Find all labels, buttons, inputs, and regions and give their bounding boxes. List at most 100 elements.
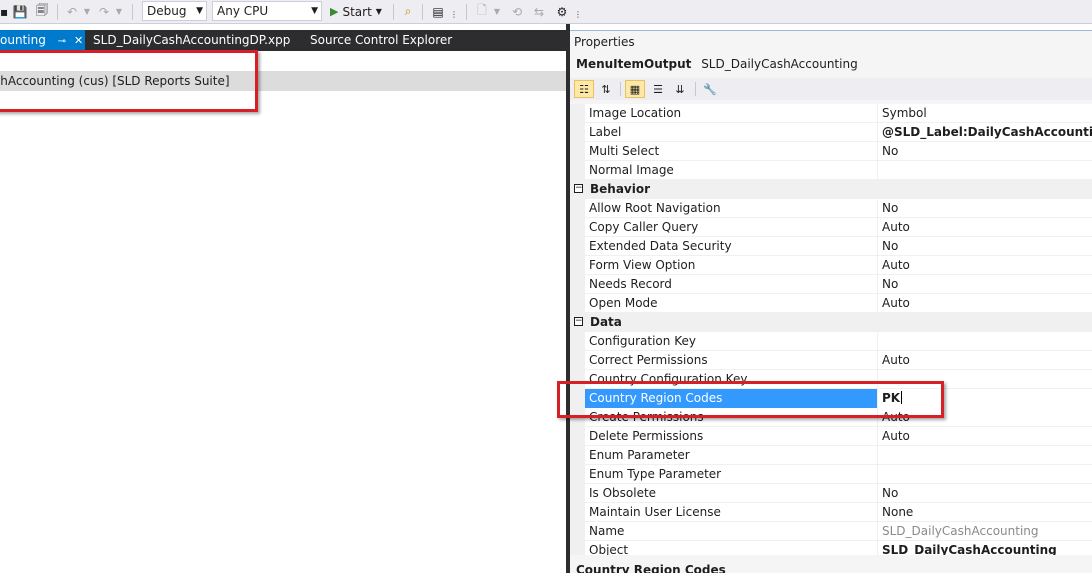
document-tab-strip: ounting ⊸ ✕ SLD_DailyCashAccountingDP.xp… — [0, 30, 566, 51]
property-row[interactable]: Maintain User License None — [570, 503, 1092, 522]
properties-icon[interactable]: ▦ — [625, 80, 645, 98]
property-category-behavior[interactable]: − Behavior — [570, 180, 1092, 199]
row-gutter — [570, 218, 585, 237]
solution-platform-select[interactable]: Any CPU ▼ — [212, 1, 322, 21]
redo-icon[interactable]: ↷ — [96, 3, 112, 20]
row-gutter — [570, 294, 585, 313]
expand-all-icon[interactable]: ☰ — [648, 80, 668, 98]
property-name: Copy Caller Query — [585, 218, 878, 237]
document-icon[interactable]: 🗋 — [474, 3, 490, 20]
categorized-icon[interactable]: ☷ — [574, 80, 594, 98]
property-name: Name — [585, 522, 878, 541]
properties-object-selector[interactable]: MenuItemOutput SLD_DailyCashAccounting — [570, 54, 1092, 74]
compare-icon[interactable]: ⇆ — [530, 3, 548, 20]
property-value[interactable]: Auto — [878, 256, 1092, 275]
property-row[interactable]: Configuration Key — [570, 332, 1092, 351]
row-gutter — [570, 161, 585, 180]
toolbar-separator — [393, 4, 394, 20]
property-value[interactable]: Auto — [878, 427, 1092, 446]
property-row[interactable]: Enum Parameter — [570, 446, 1092, 465]
row-gutter — [570, 142, 585, 161]
pin-icon[interactable]: ⊸ — [58, 31, 66, 52]
property-row[interactable]: Copy Caller Query Auto — [570, 218, 1092, 237]
property-value[interactable]: Auto — [878, 294, 1092, 313]
property-name: Is Obsolete — [585, 484, 878, 503]
close-icon[interactable]: ✕ — [74, 30, 83, 51]
save-icon[interactable]: 💾 — [12, 3, 28, 20]
undo-dropdown-icon[interactable]: ▼ — [82, 3, 92, 20]
category-label: Data — [590, 315, 622, 329]
property-value[interactable]: No — [878, 199, 1092, 218]
solution-configuration-select[interactable]: Debug ▼ — [142, 1, 207, 21]
sort-icon[interactable]: ⇊ — [670, 80, 690, 98]
property-name: Maintain User License — [585, 503, 878, 522]
tab-label: Source Control Explorer — [310, 33, 453, 47]
tab-label: ounting — [0, 33, 46, 47]
sync-icon[interactable]: ⟲ — [508, 3, 526, 20]
property-value[interactable]: SLD_DailyCashAccounting — [878, 541, 1092, 555]
property-row[interactable]: Correct Permissions Auto — [570, 351, 1092, 370]
row-gutter — [570, 256, 585, 275]
toolbar-icon-partial[interactable]: ▪ — [0, 3, 8, 20]
property-value[interactable]: No — [878, 142, 1092, 161]
property-value-text: Symbol — [882, 106, 927, 120]
row-gutter — [570, 351, 585, 370]
property-value-text: Auto — [882, 429, 910, 443]
chevron-down-icon: ▼ — [375, 7, 382, 16]
property-row[interactable]: Needs Record No — [570, 275, 1092, 294]
property-name: Extended Data Security — [585, 237, 878, 256]
property-name: Label — [585, 123, 878, 142]
property-row[interactable]: Extended Data Security No — [570, 237, 1092, 256]
redo-dropdown-icon[interactable]: ▼ — [114, 3, 124, 20]
property-grid: Image Location Symbol Label @SLD_Label:Dail… — [570, 104, 1092, 555]
property-value[interactable] — [878, 332, 1092, 351]
property-row[interactable]: Open Mode Auto — [570, 294, 1092, 313]
property-description-title: Country Region Codes — [570, 559, 1092, 573]
property-value[interactable]: Auto — [878, 218, 1092, 237]
overflow-icon[interactable]: ⋮ — [573, 6, 583, 23]
annotation-highlight-box — [0, 50, 258, 112]
property-row[interactable]: Label @SLD_Label:DailyCashAccounting — [570, 123, 1092, 142]
overflow-icon[interactable]: ⋮ — [449, 6, 459, 23]
row-gutter — [570, 199, 585, 218]
chevron-down-icon[interactable]: ▼ — [492, 3, 502, 20]
property-value[interactable] — [878, 161, 1092, 180]
undo-icon[interactable]: ↶ — [64, 3, 80, 20]
property-value[interactable]: Auto — [878, 351, 1092, 370]
gear-icon[interactable]: ⚙ — [553, 3, 571, 20]
property-row[interactable]: Image Location Symbol — [570, 104, 1092, 123]
property-value[interactable]: SLD_DailyCashAccounting — [878, 522, 1092, 541]
property-value-text: No — [882, 277, 899, 291]
row-gutter — [570, 427, 585, 446]
property-row[interactable]: Enum Type Parameter — [570, 465, 1092, 484]
property-value[interactable]: No — [878, 275, 1092, 294]
alphabetical-icon[interactable]: ⇅ — [596, 80, 616, 98]
tab-source-control-explorer[interactable]: Source Control Explorer — [310, 30, 480, 51]
property-value[interactable] — [878, 465, 1092, 484]
property-value[interactable]: @SLD_Label:DailyCashAccounting — [878, 123, 1092, 142]
property-value[interactable]: Symbol — [878, 104, 1092, 123]
property-name: Form View Option — [585, 256, 878, 275]
save-all-icon[interactable]: 🗐 — [33, 3, 51, 20]
property-value[interactable]: None — [878, 503, 1092, 522]
property-row[interactable]: Object SLD_DailyCashAccounting — [570, 541, 1092, 555]
property-value[interactable] — [878, 446, 1092, 465]
find-in-files-icon[interactable]: ⌕ — [399, 3, 417, 20]
property-value-text: @SLD_Label:DailyCashAccounting — [882, 125, 1092, 139]
property-value[interactable]: No — [878, 237, 1092, 256]
property-row[interactable]: Is Obsolete No — [570, 484, 1092, 503]
property-row[interactable]: Delete Permissions Auto — [570, 427, 1092, 446]
wrench-icon[interactable]: 🔧 — [700, 80, 720, 98]
start-debug-button[interactable]: ▶ Start ▼ — [330, 2, 382, 21]
property-row[interactable]: Multi Select No — [570, 142, 1092, 161]
properties-title: Properties — [570, 31, 1092, 53]
property-category-data[interactable]: − Data — [570, 313, 1092, 332]
property-row[interactable]: Allow Root Navigation No — [570, 199, 1092, 218]
property-row[interactable]: Form View Option Auto — [570, 256, 1092, 275]
property-row[interactable]: Normal Image — [570, 161, 1092, 180]
window-layout-icon[interactable]: ▤ — [429, 3, 447, 20]
property-row[interactable]: Name SLD_DailyCashAccounting — [570, 522, 1092, 541]
tab-dailycashaccounting[interactable]: ounting ⊸ — [0, 30, 85, 51]
tab-dailycashaccountingdp-xpp[interactable]: ✕ SLD_DailyCashAccountingDP.xpp — [74, 30, 295, 51]
property-value[interactable]: No — [878, 484, 1092, 503]
